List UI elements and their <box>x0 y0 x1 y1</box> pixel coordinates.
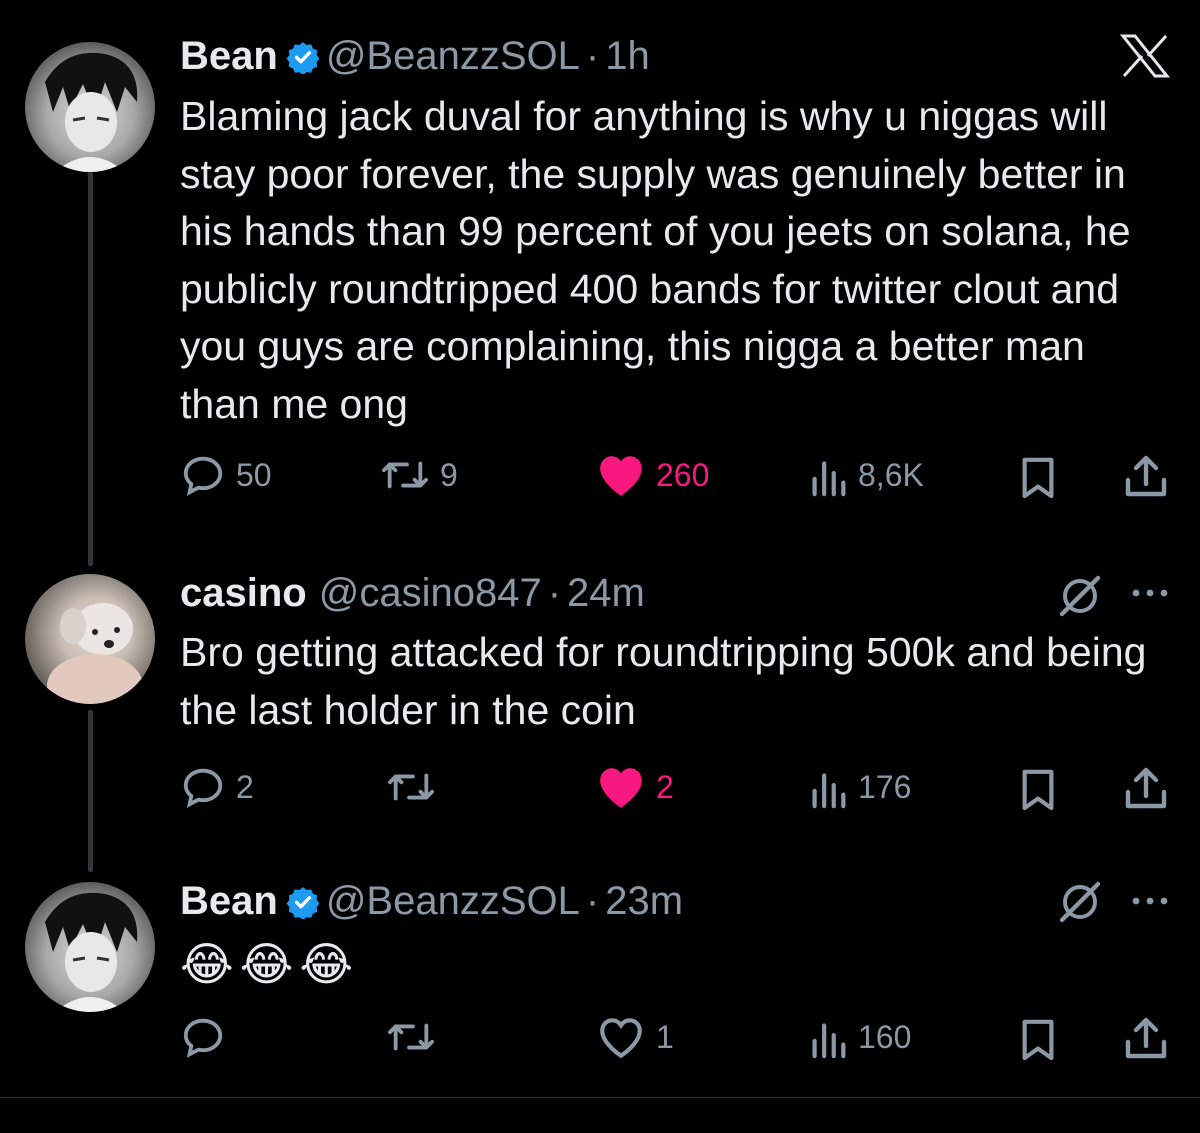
verified-badge-icon <box>286 42 320 74</box>
reply-button[interactable]: 50 <box>180 452 272 498</box>
views-count: 8,6K <box>858 456 924 493</box>
reply-icon <box>183 456 223 496</box>
reply-count: 50 <box>236 456 272 493</box>
more-icon[interactable] <box>1130 586 1170 600</box>
verified-badge-icon <box>286 887 320 919</box>
share-icon[interactable] <box>1124 766 1168 810</box>
avatar[interactable] <box>25 574 155 704</box>
reply-button[interactable]: 2 <box>180 764 254 810</box>
timestamp[interactable]: 23m <box>605 879 683 923</box>
heart-icon <box>600 1018 642 1059</box>
x-logo-icon <box>1120 34 1170 78</box>
tweet-header: casino @casino847 · 24m <box>180 569 645 617</box>
timestamp[interactable]: 24m <box>567 571 645 615</box>
grok-icon[interactable] <box>1058 880 1102 924</box>
avatar[interactable] <box>25 882 155 1012</box>
bookmark-icon[interactable] <box>1018 456 1058 498</box>
views-count: 176 <box>858 768 912 805</box>
tweet-text: Blaming jack duval for anything is why u… <box>180 93 1131 427</box>
thread-line <box>88 172 93 566</box>
timestamp[interactable]: 1h <box>605 34 650 78</box>
reply-icon <box>183 768 223 808</box>
retweet-icon <box>387 773 434 801</box>
like-button[interactable]: 1 <box>596 1014 674 1060</box>
views-icon <box>812 1023 846 1059</box>
reply-count: 2 <box>236 768 254 805</box>
display-name[interactable]: casino <box>180 571 307 615</box>
bookmark-icon[interactable] <box>1018 768 1058 810</box>
tweet-text: Bro getting attacked for roundtripping 5… <box>180 629 1147 733</box>
reply-icon <box>183 1018 223 1058</box>
views-icon <box>812 461 846 497</box>
views-button[interactable]: 8,6K <box>808 452 924 498</box>
tweet-text: 😂😂😂 <box>180 938 360 990</box>
retweet-count: 9 <box>440 456 458 493</box>
separator-dot: · <box>585 879 600 923</box>
separator-dot: · <box>547 571 562 615</box>
display-name[interactable]: Bean <box>180 34 278 78</box>
user-handle[interactable]: @casino847 <box>319 571 542 615</box>
thread-line <box>88 710 93 872</box>
share-icon[interactable] <box>1124 454 1168 498</box>
separator-dot: · <box>585 34 600 78</box>
heart-icon <box>600 456 642 496</box>
retweet-button[interactable] <box>386 1014 436 1060</box>
like-button[interactable]: 260 <box>596 452 709 498</box>
views-button[interactable]: 160 <box>808 1014 911 1060</box>
retweet-icon <box>387 1023 434 1051</box>
heart-icon <box>600 768 642 808</box>
retweet-button[interactable]: 9 <box>380 452 458 498</box>
avatar[interactable] <box>25 42 155 172</box>
bookmark-icon[interactable] <box>1018 1018 1058 1060</box>
like-button[interactable]: 2 <box>596 764 674 810</box>
display-name[interactable]: Bean <box>180 879 278 923</box>
share-icon[interactable] <box>1124 1016 1168 1060</box>
retweet-button[interactable] <box>386 764 436 810</box>
tweet-header: Bean @BeanzzSOL · 23m <box>180 877 683 925</box>
divider <box>0 1097 1200 1098</box>
like-count: 1 <box>656 1018 674 1055</box>
like-count: 2 <box>656 768 674 805</box>
user-handle[interactable]: @BeanzzSOL <box>326 34 580 78</box>
tweet-header: Bean @BeanzzSOL · 1h <box>180 32 650 80</box>
views-button[interactable]: 176 <box>808 764 911 810</box>
reply-button[interactable] <box>180 1014 226 1060</box>
views-count: 160 <box>858 1018 912 1055</box>
user-handle[interactable]: @BeanzzSOL <box>326 879 580 923</box>
grok-icon[interactable] <box>1058 574 1102 618</box>
like-count: 260 <box>656 456 710 493</box>
retweet-icon <box>381 461 428 489</box>
views-icon <box>812 773 846 809</box>
more-icon[interactable] <box>1130 894 1170 908</box>
